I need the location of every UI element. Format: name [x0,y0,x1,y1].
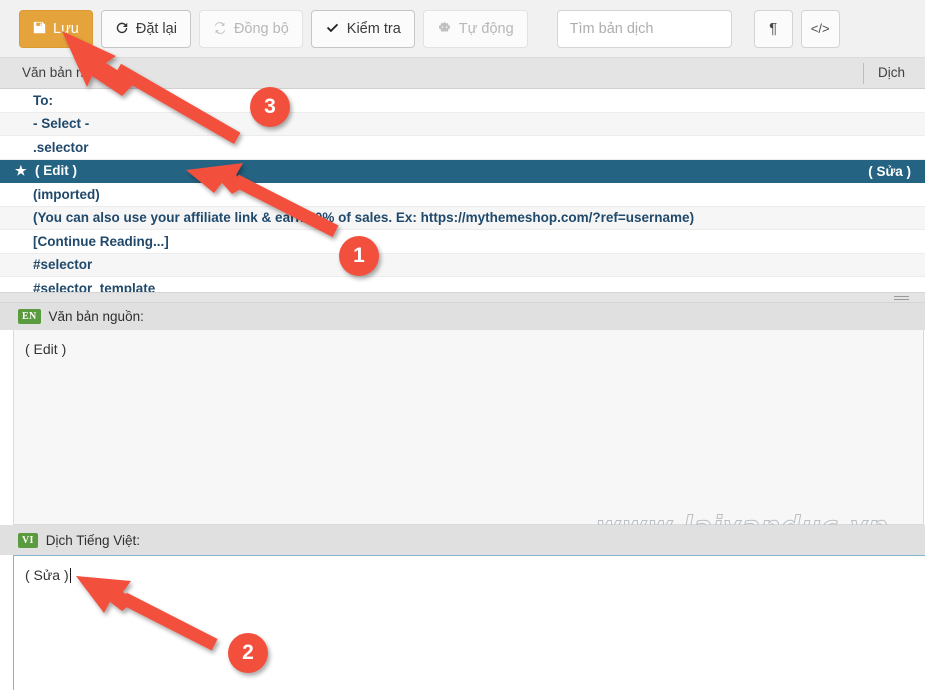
row-source-text: - Select - [33,116,90,132]
code-icon: </> [810,21,830,36]
target-panel-header: VI Dịch Tiếng Việt: [0,525,925,555]
column-header-translation: Dịch [878,65,906,80]
row-source-text: .selector [33,139,89,155]
source-text-area: ( Edit ) [13,330,924,525]
row-source-text: (You can also use your affiliate link & … [33,210,695,226]
check-button-label: Kiểm tra [346,20,401,37]
robot-icon [437,21,452,37]
text-cursor [69,568,71,583]
sync-button-label: Đồng bộ [233,20,289,37]
table-row[interactable]: - Select - [0,112,925,136]
table-row[interactable]: ★( Edit ) ( Sửa ) [0,159,925,183]
table-row[interactable]: [Continue Reading...] [0,230,925,254]
table-row[interactable]: .selector [0,136,925,160]
paragraph-icon: ¶ [769,20,778,37]
sync-icon [213,21,227,37]
reset-button-label: Đặt lại [135,20,177,37]
row-source-text: To: [33,92,53,108]
row-source-text: [Continue Reading...] [33,233,169,249]
row-source-text: ( Edit ) [35,163,77,179]
floppy-disk-icon [33,21,46,36]
resize-grip-icon [894,296,909,300]
table-row[interactable]: (imported) [0,183,925,207]
search-input[interactable] [556,9,732,48]
column-header-source: Văn bản nguồn [22,65,114,80]
table-row[interactable]: #selector_template [0,277,925,292]
source-panel: EN Văn bản nguồn: ( Edit ) [0,303,925,525]
refresh-icon [115,21,129,37]
translation-editor-window: Lưu Đặt lại Đồng bộ Kiểm tra Tự động Tìm… [0,0,925,690]
target-panel-label: Dịch Tiếng Việt: [45,532,141,548]
pane-resizer[interactable] [0,292,925,303]
save-button-label: Lưu [53,20,79,37]
table-row[interactable]: To: [0,89,925,113]
source-panel-label: Văn bản nguồn: [48,309,144,324]
paragraph-marks-button[interactable]: ¶ [753,9,793,48]
sync-button[interactable]: Đồng bộ [198,9,303,48]
source-language-badge: EN [18,309,41,324]
table-row[interactable]: (You can also use your affiliate link & … [0,206,925,230]
star-icon[interactable]: ★ [15,163,33,179]
row-source-text: (imported) [33,186,100,202]
target-language-badge: VI [18,532,38,548]
translation-list[interactable]: To: - Select - .selector ★( Edit ) ( Sửa ) (i… [0,89,925,292]
table-row[interactable]: #selector [0,253,925,277]
row-translation-text: ( Sửa ) [868,163,911,179]
toolbar: Lưu Đặt lại Đồng bộ Kiểm tra Tự động Tìm… [0,0,925,58]
target-panel: VI Dịch Tiếng Việt: ( Sửa ) [0,525,925,690]
column-divider [863,63,864,84]
reset-button[interactable]: Đặt lại [100,9,191,48]
auto-translate-button[interactable]: Tự động [422,9,528,48]
translation-text: ( Sửa ) [25,567,69,583]
checkmark-icon [325,21,340,37]
check-button[interactable]: Kiểm tra [310,9,415,48]
search-container [556,9,732,48]
row-source-text: #selector [33,257,93,273]
html-code-button[interactable]: </> [800,9,840,48]
list-header: Văn bản nguồn Dịch [0,58,925,89]
translation-textarea[interactable]: ( Sửa ) [13,555,925,690]
auto-translate-button-label: Tự động [458,20,514,37]
source-panel-header: EN Văn bản nguồn: [0,303,925,330]
save-button[interactable]: Lưu [19,9,93,48]
row-source-text: #selector_template [33,280,156,292]
